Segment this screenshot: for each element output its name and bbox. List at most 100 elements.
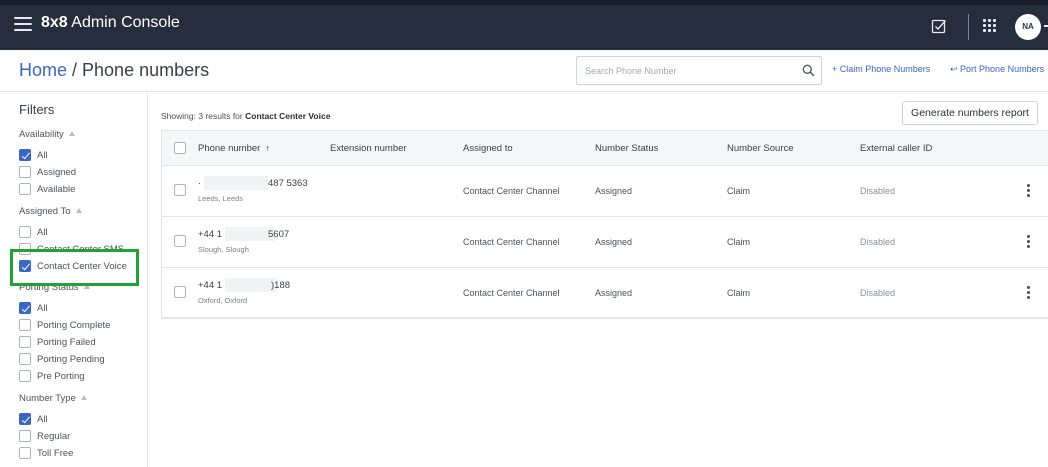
filter-option-label: All (37, 303, 48, 314)
collapse-caret-icon[interactable] (80, 395, 87, 400)
column-header-external-caller-id[interactable]: External caller ID (860, 143, 932, 154)
filter-option-label: All (37, 227, 48, 238)
checkbox[interactable] (19, 166, 31, 178)
checkbox[interactable] (19, 302, 31, 314)
results-summary-filter: Contact Center Voice (245, 111, 331, 121)
filter-option-label: Regular (37, 431, 71, 442)
app-brand[interactable]: 8x8 Admin Console (41, 14, 180, 32)
search-phone-input[interactable] (585, 62, 785, 80)
breadcrumb: Home / Phone numbers (19, 60, 209, 81)
number-source-cell: Claim (727, 186, 751, 196)
filter-option-label: Porting Pending (37, 354, 105, 365)
results-summary: Showing: 3 results for Contact Center Vo… (161, 111, 330, 121)
phone-number-suffix[interactable]: 5607 (268, 229, 289, 240)
filter-option-label: Pre Porting (37, 371, 85, 382)
table-row[interactable]: · 487 5363 Leeds, Leeds Contact Center Chan… (162, 166, 1048, 217)
column-header-phone-number[interactable]: Phone number ↑ (198, 143, 270, 154)
highlight-annotation-box (10, 249, 139, 286)
number-status-cell: Assigned (595, 186, 633, 196)
page-title-row: Home / Phone numbers + Claim Phone Numbe… (0, 50, 1048, 92)
filters-title: Filters (19, 102, 55, 117)
collapse-caret-icon[interactable] (75, 208, 82, 213)
chevron-down-icon[interactable] (1044, 25, 1048, 27)
brand-title: Admin Console (67, 14, 180, 31)
row-select-checkbox[interactable] (174, 286, 186, 298)
phone-number-prefix[interactable]: +44 1 (198, 229, 222, 240)
sort-ascending-icon[interactable]: ↑ (265, 143, 270, 153)
checkbox[interactable] (19, 447, 31, 459)
phone-number-prefix[interactable]: · (198, 178, 201, 189)
breadcrumb-home-link[interactable]: Home (19, 60, 67, 80)
more-options-kebab-icon[interactable] (1027, 184, 1031, 198)
number-status-cell: Assigned (595, 288, 633, 298)
select-all-checkbox[interactable] (174, 142, 186, 154)
hamburger-menu-icon[interactable] (14, 17, 32, 31)
filter-heading-number-type[interactable]: Number Type (19, 393, 87, 404)
header-divider (968, 14, 969, 40)
page-title: Phone numbers (82, 60, 210, 80)
checkbox[interactable] (19, 226, 31, 238)
search-box (576, 56, 822, 85)
table-row[interactable]: +44 1)188 Oxford, Oxford Contact Center Ch… (162, 268, 1048, 319)
search-icon[interactable] (802, 64, 815, 77)
redaction-mask (225, 278, 277, 292)
checkbox[interactable] (19, 319, 31, 331)
table-row[interactable]: +44 1 5607 Slough, Slough Contact Center Ch… (162, 217, 1048, 268)
phone-numbers-table: Phone number ↑ Extension number Assigned … (161, 130, 1048, 319)
port-phone-numbers-link[interactable]: ↩ Port Phone Numbers (950, 64, 1044, 75)
user-avatar[interactable]: NA (1015, 14, 1041, 40)
checkbox[interactable] (19, 430, 31, 442)
filter-heading-availability[interactable]: Availability (19, 129, 75, 140)
external-caller-id-cell: Disabled (860, 237, 896, 247)
column-header-assigned-to[interactable]: Assigned to (463, 143, 513, 154)
checkbox[interactable] (19, 183, 31, 195)
app-launcher-grid-icon[interactable] (983, 19, 997, 33)
results-summary-prefix: Showing: 3 results for (161, 111, 246, 121)
phone-location: Oxford, Oxford (198, 296, 248, 305)
tasks-checkbox-icon[interactable] (931, 18, 947, 34)
filter-option-label: Porting Complete (37, 320, 111, 331)
number-source-cell: Claim (727, 237, 751, 247)
filter-option-label: All (37, 150, 48, 161)
claim-phone-numbers-link[interactable]: + Claim Phone Numbers (832, 64, 930, 74)
filter-heading-assigned-to[interactable]: Assigned To (19, 206, 82, 217)
checkbox[interactable] (19, 370, 31, 382)
external-caller-id-cell: Disabled (860, 186, 896, 196)
filter-option-label: Available (37, 184, 76, 195)
checkbox[interactable] (19, 336, 31, 348)
filter-option-label: All (37, 414, 48, 425)
collapse-caret-icon[interactable] (68, 131, 75, 136)
checkbox[interactable] (19, 413, 31, 425)
checkbox[interactable] (19, 353, 31, 365)
filter-option-label: Porting Failed (37, 337, 96, 348)
row-select-checkbox[interactable] (174, 184, 186, 196)
number-status-cell: Assigned (595, 237, 633, 247)
phone-location: Leeds, Leeds (198, 194, 244, 203)
column-header-number-status[interactable]: Number Status (595, 143, 658, 154)
assigned-to-cell: Contact Center Channel (463, 237, 560, 247)
column-header-extension-number[interactable]: Extension number (330, 143, 407, 154)
top-header-bar: 8x8 Admin Console NA (0, 0, 1048, 50)
column-header-number-source[interactable]: Number Source (727, 143, 794, 154)
filter-option-label: Toll Free (37, 448, 74, 459)
filter-heading-label: Availability (19, 129, 64, 140)
filter-heading-label: Assigned To (19, 206, 71, 217)
more-options-kebab-icon[interactable] (1027, 286, 1031, 300)
column-header-label: Phone number (198, 143, 261, 154)
number-source-cell: Claim (727, 288, 751, 298)
checkbox[interactable] (19, 149, 31, 161)
row-select-checkbox[interactable] (174, 235, 186, 247)
generate-numbers-report-button[interactable]: Generate numbers report (902, 101, 1038, 125)
external-caller-id-cell: Disabled (860, 288, 896, 298)
filter-option-label: Assigned (37, 167, 77, 178)
redaction-mask (204, 176, 268, 190)
assigned-to-cell: Contact Center Channel (463, 186, 560, 196)
table-header: Phone number ↑ Extension number Assigned … (162, 131, 1048, 166)
brand-logo-text: 8x8 (41, 14, 68, 31)
phone-number-suffix[interactable]: 487 5363 (268, 178, 308, 189)
breadcrumb-separator: / (67, 60, 83, 80)
phone-number-prefix[interactable]: +44 1 (198, 280, 222, 291)
phone-location: Slough, Slough (198, 245, 249, 254)
phone-number-suffix[interactable]: )188 (271, 280, 290, 291)
more-options-kebab-icon[interactable] (1027, 235, 1031, 249)
